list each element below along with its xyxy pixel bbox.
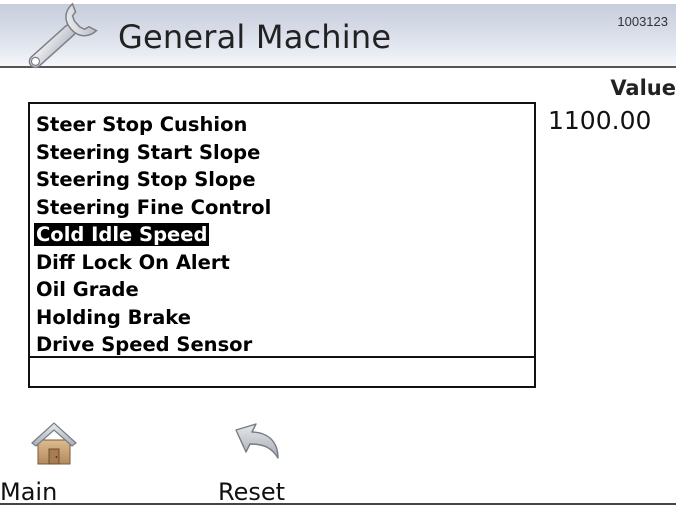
reset-button[interactable]: Reset — [212, 420, 322, 506]
footer-divider — [0, 503, 676, 505]
main-button-label: Main — [0, 478, 58, 506]
header-bar: General Machine 1003123 — [0, 0, 676, 76]
list-item-oil-grade[interactable]: Oil Grade — [34, 276, 532, 304]
value-column-label: Value — [610, 76, 676, 100]
list-divider — [30, 356, 534, 358]
document-id: 1003123 — [617, 14, 668, 29]
list-item-diff-lock-on-alert[interactable]: Diff Lock On Alert — [34, 249, 532, 277]
list-item-label: Steering Stop Slope — [36, 168, 256, 191]
selected-value: 1100.00 — [548, 106, 652, 135]
list-item-steering-fine-control[interactable]: Steering Fine Control — [34, 194, 532, 222]
parameter-list-items: Steer Stop Cushion Steering Start Slope … — [34, 111, 532, 359]
wrench-icon — [28, 2, 98, 69]
list-item-label: Oil Grade — [36, 278, 139, 301]
home-icon — [31, 422, 77, 465]
list-item-steer-stop-cushion[interactable]: Steer Stop Cushion — [34, 111, 532, 139]
screen: General Machine 1003123 Value 1100.00 St… — [0, 0, 676, 506]
header-divider — [0, 66, 676, 68]
page-title: General Machine — [118, 18, 392, 56]
parameter-list[interactable]: Steer Stop Cushion Steering Start Slope … — [28, 102, 536, 388]
list-item-drive-speed-sensor[interactable]: Drive Speed Sensor — [34, 331, 532, 359]
list-item-label: Steering Fine Control — [36, 195, 272, 219]
list-item-cold-idle-speed[interactable]: Cold Idle Speed — [34, 221, 532, 249]
list-item-label: Holding Brake — [36, 305, 191, 329]
undo-arrow-icon — [235, 423, 279, 459]
list-item-label: Steer Stop Cushion — [36, 113, 248, 136]
list-item-label: Steering Start Slope — [36, 140, 261, 164]
list-item-label: Diff Lock On Alert — [36, 250, 230, 274]
list-item-steering-stop-slope[interactable]: Steering Stop Slope — [34, 166, 532, 194]
list-item-holding-brake[interactable]: Holding Brake — [34, 304, 532, 332]
reset-button-label: Reset — [218, 478, 286, 506]
list-item-steering-start-slope[interactable]: Steering Start Slope — [34, 139, 532, 167]
list-item-label: Drive Speed Sensor — [36, 333, 253, 356]
main-button[interactable]: Main — [0, 420, 110, 506]
list-item-label: Cold Idle Speed — [34, 223, 210, 246]
